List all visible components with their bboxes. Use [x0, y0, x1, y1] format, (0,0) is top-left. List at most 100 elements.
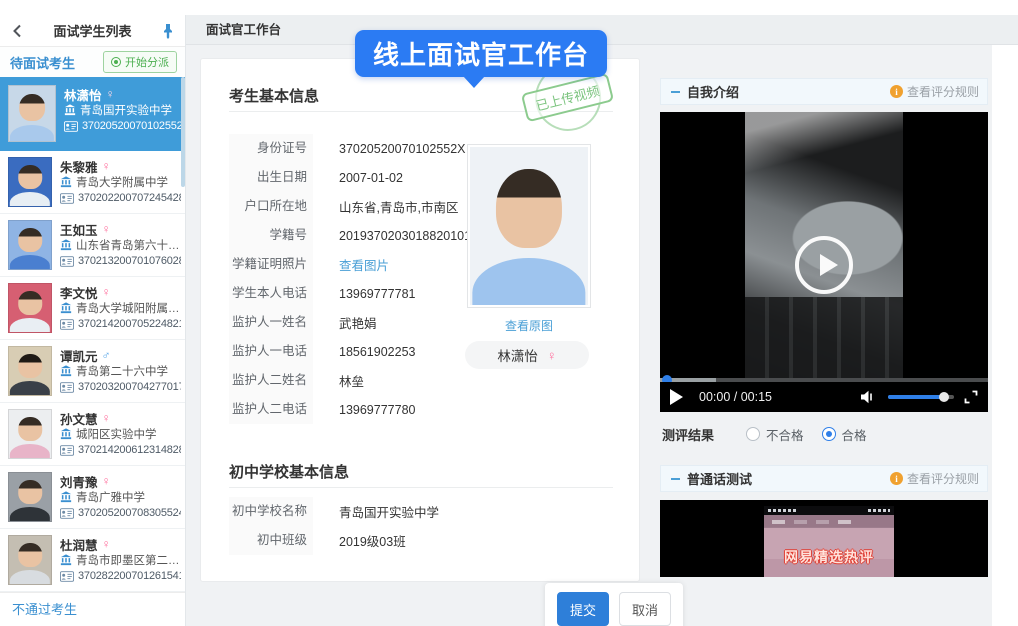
student-id: 370203200704277017 [78, 381, 181, 393]
student-school: 青岛大学附属中学 [76, 174, 168, 190]
student-school: 青岛大学城阳附属中学 [76, 300, 181, 316]
field-value: 林垒 [313, 371, 364, 390]
student-card[interactable]: 王如玉♀ 山东省青岛第六十三… 370213200701076028 [0, 214, 185, 277]
student-card[interactable]: 李文悦♀ 青岛大学城阳附属中学 370214200705224821 [0, 277, 185, 340]
sidebar-scrollbar[interactable] [181, 77, 185, 187]
student-school: 山东省青岛第六十三… [76, 237, 181, 253]
tab-interviewer-workbench[interactable]: 面试官工作台 [206, 15, 281, 45]
form-row: 初中学校名称青岛国开实验中学 [229, 497, 609, 526]
radio-fail[interactable]: 不合格 [746, 425, 804, 444]
student-card[interactable]: 谭凯元♂ 青岛第二十六中学 370203200704277017 [0, 340, 185, 403]
volume-slider[interactable] [888, 395, 954, 399]
student-name: 杜润慧 [60, 535, 98, 554]
student-name: 王如玉 [60, 220, 98, 239]
self-intro-rules-link[interactable]: i 查看评分规则 [890, 83, 979, 100]
student-school: 青岛国开实验中学 [80, 102, 172, 118]
student-card[interactable]: 朱黎雅♀ 青岛大学附属中学 370202200707245428 [0, 151, 185, 214]
evaluation-result-row: 测评结果 不合格 合格 [662, 424, 988, 444]
video-frame-keyboard [745, 297, 903, 382]
candidate-name-pill: 林潇怡 ♀ [465, 341, 589, 369]
play-button-overlay[interactable] [795, 236, 853, 294]
student-school: 青岛广雅中学 [76, 489, 145, 505]
back-chevron-icon[interactable] [10, 24, 24, 38]
student-photo [8, 409, 52, 459]
school-icon [60, 554, 72, 566]
mandarin-title: 普通话测试 [687, 469, 890, 488]
student-list-sidebar: 面试学生列表 待面试考生 开始分派 林潇怡♀ 青岛国开实验中学 37020520… [0, 15, 186, 626]
pin-icon[interactable] [161, 23, 175, 39]
workbench-callout-tooltip: 线上面试官工作台 [355, 30, 607, 77]
field-value: 2019级03班 [313, 531, 406, 550]
field-value: 37020520070102552X [313, 142, 466, 156]
student-card[interactable]: 孙文慧♀ 城阳区实验中学 370214200612314828 [0, 403, 185, 466]
volume-knob[interactable] [939, 392, 949, 402]
field-value: 青岛国开实验中学 [313, 502, 439, 521]
candidate-name: 林潇怡 [497, 345, 538, 365]
form-row: 监护人一姓名武艳娟 [229, 308, 489, 337]
radio-circle[interactable] [746, 427, 760, 441]
field-value: 2007-01-02 [313, 171, 403, 185]
student-list: 林潇怡♀ 青岛国开实验中学 37020520070102552X 朱黎雅♀ 青岛… [0, 77, 185, 592]
phone-nav-row [764, 515, 894, 528]
collapse-icon[interactable] [671, 91, 680, 93]
id-card-icon [64, 121, 78, 132]
school-icon [60, 239, 72, 251]
self-intro-title: 自我介绍 [687, 82, 890, 101]
student-id: 370202200707245428 [78, 192, 181, 204]
student-photo [8, 346, 52, 396]
id-card-icon [60, 508, 74, 519]
id-card-icon [60, 319, 74, 330]
female-icon: ♀ [102, 222, 111, 236]
mandarin-rules-link[interactable]: i 查看评分规则 [890, 470, 979, 487]
student-card[interactable]: 刘青豫♀ 青岛广雅中学 370205200708305524 [0, 466, 185, 529]
candidate-detail-card: 考生基本信息 已上传视频 身份证号37020520070102552X 出生日期… [200, 58, 640, 582]
view-image-link[interactable]: 查看图片 [313, 255, 389, 274]
phone-statusbar [764, 506, 894, 515]
field-value: 13969777781 [313, 287, 415, 301]
form-row: 身份证号37020520070102552X [229, 134, 489, 163]
field-value: 13969777780 [313, 403, 415, 417]
submit-button[interactable]: 提交 [557, 592, 609, 626]
start-assign-button[interactable]: 开始分派 [103, 51, 177, 73]
student-card[interactable]: 杜润慧♀ 青岛市即墨区第二十… 370282200701261541 [0, 529, 185, 592]
mandarin-panel-header: 普通话测试 i 查看评分规则 [660, 465, 988, 492]
volume-icon[interactable] [860, 390, 878, 404]
form-row: 监护人二电话13969777780 [229, 395, 489, 424]
pending-candidates-label: 待面试考生 [10, 53, 75, 72]
student-school: 青岛第二十六中学 [76, 363, 168, 379]
student-school: 青岛市即墨区第二十… [76, 552, 181, 568]
id-card-icon [60, 193, 74, 204]
cancel-button[interactable]: 取消 [619, 592, 671, 626]
radio-circle[interactable] [822, 427, 836, 441]
form-row: 学籍证明照片查看图片 [229, 250, 489, 279]
id-card-icon [60, 256, 74, 267]
failed-candidates-link[interactable]: 不通过考生 [0, 592, 185, 626]
fullscreen-icon[interactable] [964, 390, 978, 404]
school-icon [60, 428, 72, 440]
radio-pass[interactable]: 合格 [822, 425, 867, 444]
view-original-link[interactable]: 查看原图 [467, 317, 591, 334]
play-icon[interactable] [670, 389, 683, 405]
student-name: 李文悦 [60, 283, 98, 302]
student-name: 刘青豫 [60, 472, 98, 491]
basic-info-form: 身份证号37020520070102552X 出生日期2007-01-02 户口… [229, 134, 489, 424]
student-name: 谭凯元 [60, 346, 98, 365]
mandarin-video-player[interactable]: 网易精选热评 [660, 500, 988, 577]
female-icon: ♀ [102, 537, 111, 551]
female-icon: ♀ [102, 159, 111, 173]
student-card[interactable]: 林潇怡♀ 青岛国开实验中学 37020520070102552X [0, 77, 185, 151]
candidate-photo [467, 144, 591, 308]
field-value: 18561902253 [313, 345, 415, 359]
student-id: 37020520070102552X [82, 120, 181, 132]
collapse-icon[interactable] [671, 478, 680, 480]
student-name: 林潇怡 [64, 85, 102, 104]
form-row: 初中班级2019级03班 [229, 526, 609, 555]
basic-info-section-title: 考生基本信息 [229, 85, 319, 106]
form-row: 学籍号2019370203018820101 [229, 221, 489, 250]
school-info-section-title: 初中学校基本信息 [229, 461, 349, 482]
video-frame-phone-screen: 网易精选热评 [764, 506, 894, 577]
video-uploaded-stamp: 已上传视频 [521, 73, 614, 123]
student-photo [8, 472, 52, 522]
id-card-icon [60, 571, 74, 582]
female-icon: ♀ [102, 411, 111, 425]
